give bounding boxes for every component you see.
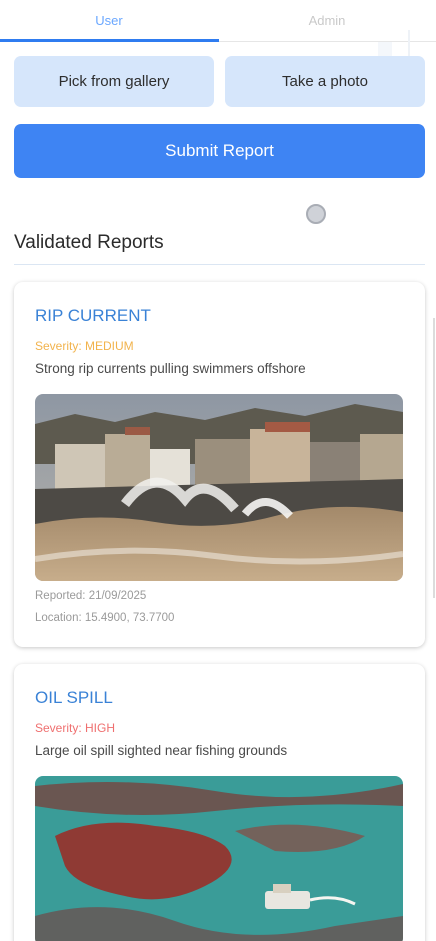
report-image	[35, 394, 403, 581]
take-photo-button[interactable]: Take a photo	[225, 56, 425, 107]
report-title: RIP CURRENT	[35, 306, 151, 325]
report-image	[35, 776, 403, 941]
section-title: Validated Reports	[14, 232, 164, 253]
section-divider	[14, 264, 425, 265]
loading-spinner-icon	[306, 204, 326, 224]
tab-user[interactable]: User	[0, 0, 218, 40]
report-description: Large oil spill sighted near fishing gro…	[35, 743, 288, 758]
active-tab-indicator	[0, 39, 219, 42]
report-description: Strong rip currents pulling swimmers off…	[35, 361, 306, 376]
coastal-storm-image	[35, 394, 403, 581]
tab-bar: User Admin	[0, 0, 436, 44]
report-location: Location: 15.4900, 73.7700	[35, 612, 175, 624]
report-card[interactable]: OIL SPILL Severity: HIGH Large oil spill…	[14, 664, 425, 941]
tab-divider	[219, 41, 436, 42]
report-card[interactable]: RIP CURRENT Severity: MEDIUM Strong rip …	[14, 282, 425, 647]
severity-badge: Severity: HIGH	[35, 721, 116, 735]
scrollbar[interactable]	[433, 318, 435, 598]
tab-admin[interactable]: Admin	[218, 0, 436, 40]
report-title: OIL SPILL	[35, 688, 113, 707]
report-date: Reported: 21/09/2025	[35, 590, 147, 602]
app-screen: User Admin Pick from gallery Take a phot…	[0, 0, 436, 941]
submit-report-button[interactable]: Submit Report	[14, 124, 425, 178]
oil-spill-image	[35, 776, 403, 941]
severity-badge: Severity: MEDIUM	[35, 339, 134, 353]
pick-from-gallery-button[interactable]: Pick from gallery	[14, 56, 214, 107]
